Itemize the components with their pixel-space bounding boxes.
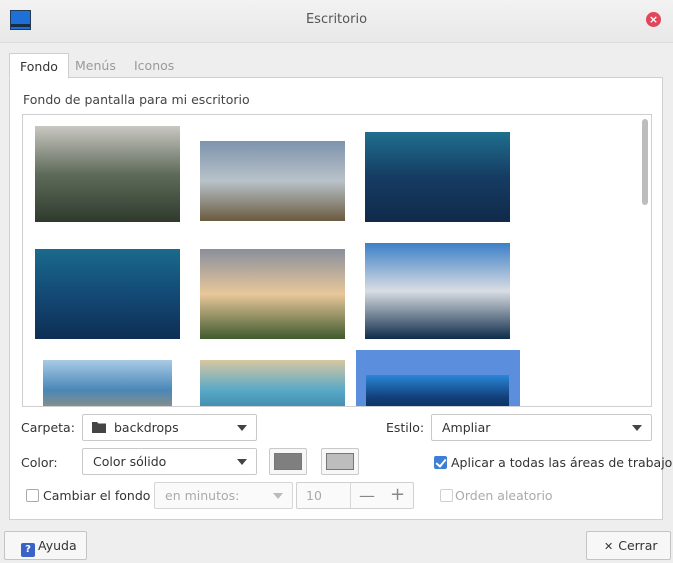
wallpaper-gallery[interactable]: [22, 114, 652, 407]
random-order-label: Orden aleatorio: [455, 488, 553, 503]
tab-menus[interactable]: Menús: [65, 53, 126, 78]
close-button[interactable]: ✕ Cerrar: [586, 531, 671, 560]
tab-iconos[interactable]: Iconos: [124, 53, 184, 78]
wallpaper-section-label: Fondo de pantalla para mi escritorio: [23, 92, 250, 107]
spinner-divider: [350, 483, 351, 508]
primary-color-button[interactable]: [269, 448, 307, 475]
help-button[interactable]: ? Ayuda: [4, 531, 87, 560]
random-order-checkbox[interactable]: [440, 489, 453, 502]
style-select[interactable]: Ampliar: [431, 414, 652, 441]
folder-select[interactable]: backdrops: [82, 414, 257, 441]
wallpaper-thumbnail[interactable]: [200, 249, 345, 339]
close-icon: ✕: [604, 540, 614, 553]
interval-select[interactable]: en minutos:: [154, 482, 293, 509]
secondary-color-swatch: [326, 453, 354, 470]
change-background-checkbox[interactable]: [26, 489, 39, 502]
wallpaper-thumbnail[interactable]: [35, 126, 180, 222]
color-select[interactable]: Color sólido: [82, 448, 257, 475]
decrement-button[interactable]: —: [359, 486, 375, 505]
help-icon: ?: [21, 543, 35, 557]
wallpaper-thumbnail[interactable]: [200, 360, 345, 406]
chevron-down-icon: [237, 425, 247, 431]
help-label: Ayuda: [38, 538, 77, 553]
color-label: Color:: [21, 455, 58, 470]
style-label: Estilo:: [386, 420, 425, 435]
minutes-value: 10: [306, 488, 322, 503]
close-label: Cerrar: [618, 538, 658, 553]
secondary-color-button[interactable]: [321, 448, 359, 475]
gallery-scrollbar[interactable]: [642, 119, 648, 205]
folder-value: backdrops: [114, 420, 179, 435]
wallpaper-thumbnail[interactable]: [366, 375, 509, 406]
chevron-down-icon: [237, 459, 247, 465]
style-value: Ampliar: [442, 420, 491, 435]
title-bar: Escritorio ×: [0, 0, 673, 43]
chevron-down-icon: [632, 425, 642, 431]
color-value: Color sólido: [93, 454, 167, 469]
folder-label: Carpeta:: [21, 420, 75, 435]
folder-icon: [92, 422, 106, 433]
window-title: Escritorio: [305, 12, 368, 27]
close-window-button[interactable]: ×: [646, 12, 661, 27]
tab-fondo[interactable]: Fondo: [9, 53, 69, 79]
wallpaper-thumbnail[interactable]: [365, 243, 510, 339]
wallpaper-thumbnail[interactable]: [200, 141, 345, 221]
wallpaper-thumbnail[interactable]: [365, 132, 510, 222]
primary-color-swatch: [274, 453, 302, 470]
interval-value: en minutos:: [165, 488, 240, 503]
increment-button[interactable]: +: [390, 484, 405, 505]
wallpaper-thumbnail[interactable]: [35, 249, 180, 339]
apply-all-checkbox[interactable]: [434, 456, 447, 469]
apply-all-label: Aplicar a todas las áreas de trabajo: [451, 455, 673, 470]
change-background-label: Cambiar el fondo: [43, 488, 151, 503]
minutes-spinner[interactable]: 10 — +: [296, 482, 414, 509]
chevron-down-icon: [273, 493, 283, 499]
wallpaper-thumbnail[interactable]: [43, 360, 172, 406]
